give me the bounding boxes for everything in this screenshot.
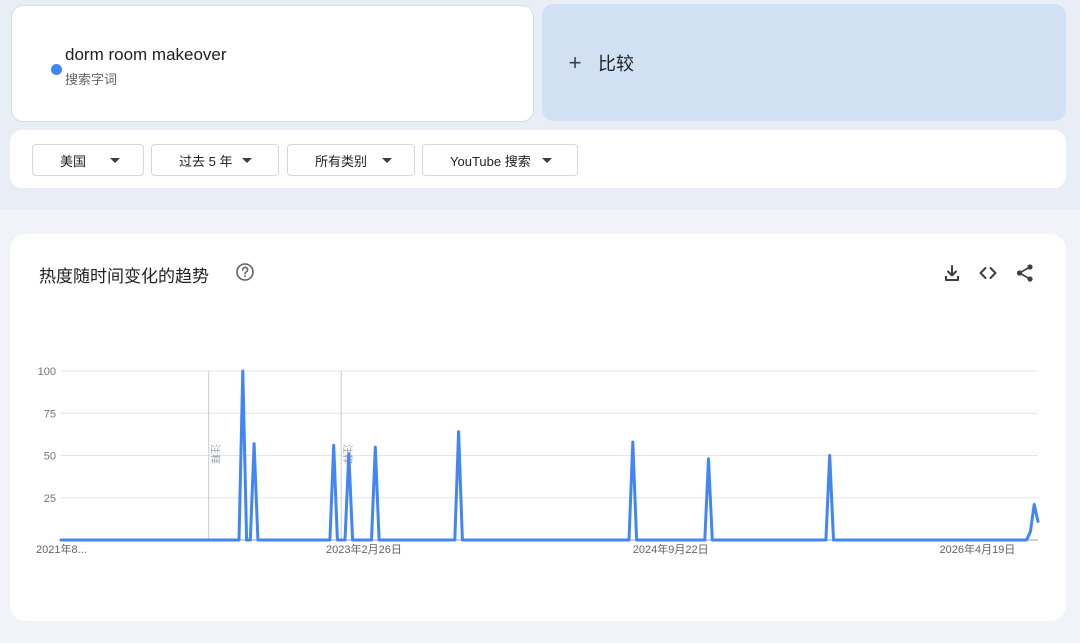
x-tick-label: 2023年2月26日 bbox=[326, 542, 402, 556]
x-tick-label: 2021年8... bbox=[36, 542, 87, 556]
time-range-filter[interactable]: 过去 5 年 bbox=[151, 144, 279, 176]
search-type-filter[interactable]: YouTube 搜索 bbox=[422, 144, 578, 176]
category-filter[interactable]: 所有类别 bbox=[287, 144, 415, 176]
caret-down-icon bbox=[382, 158, 392, 163]
x-tick-label: 2024年9月22日 bbox=[633, 542, 709, 556]
y-tick-label: 50 bbox=[44, 451, 56, 463]
search-type-filter-label: YouTube 搜索 bbox=[450, 153, 531, 169]
filter-bar: 美国 过去 5 年 所有类别 YouTube 搜索 bbox=[10, 130, 1066, 188]
interest-over-time-card: 热度随时间变化的趋势 25 50 75 100 注释 注释 2021年8... 2023年2月… bbox=[10, 234, 1066, 621]
region-filter[interactable]: 美国 bbox=[32, 144, 144, 176]
plus-icon: + bbox=[568, 49, 582, 75]
search-term-type: 搜索字词 bbox=[65, 72, 118, 87]
caret-down-icon bbox=[110, 158, 120, 163]
series-color-dot bbox=[51, 64, 62, 75]
time-range-filter-label: 过去 5 年 bbox=[179, 153, 233, 169]
trend-chart: 255075100注释 注释2021年8... 2023年2月26日 2024年9月2… bbox=[36, 366, 1040, 556]
category-filter-label: 所有类别 bbox=[315, 153, 368, 169]
caret-down-icon bbox=[542, 158, 552, 163]
search-term-name[interactable]: dorm room makeover bbox=[65, 45, 227, 65]
compare-button[interactable]: + 比较 bbox=[542, 4, 1066, 121]
compare-label: 比较 bbox=[598, 53, 634, 74]
region-filter-label: 美国 bbox=[60, 153, 87, 169]
y-tick-label: 25 bbox=[44, 493, 56, 505]
y-tick-label: 100 bbox=[38, 366, 56, 378]
search-term-card[interactable]: dorm room makeover 搜索字词 bbox=[11, 5, 534, 122]
y-tick-label: 75 bbox=[44, 408, 56, 420]
caret-down-icon bbox=[242, 158, 252, 163]
x-tick-label: 2026年4月19日 bbox=[939, 542, 1015, 556]
note-label: 注释 bbox=[209, 444, 222, 464]
